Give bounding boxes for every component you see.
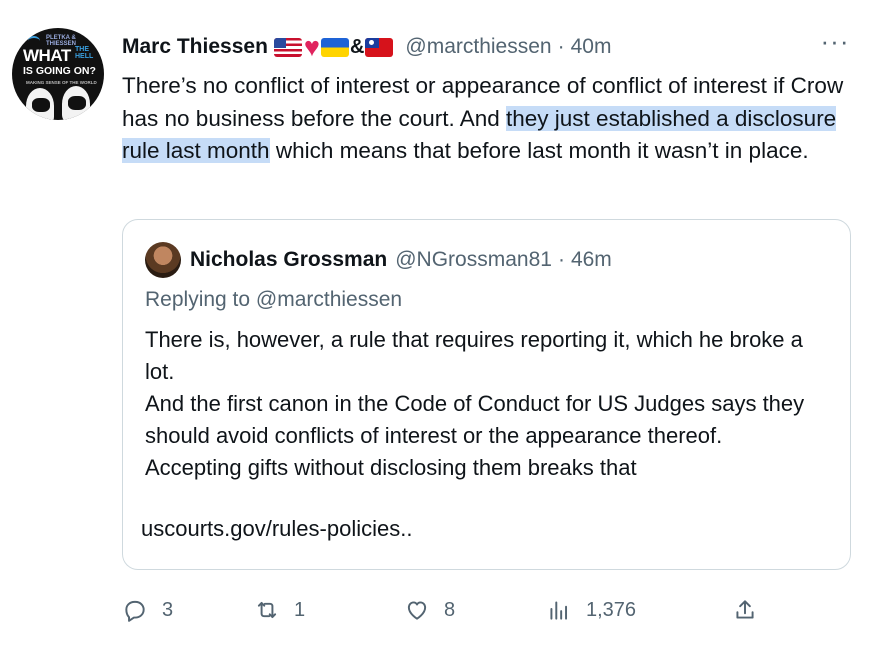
retweet-button[interactable]: 1	[254, 590, 305, 630]
reply-count: 3	[162, 598, 174, 621]
avatar-thehell-text: THE HELL	[75, 46, 94, 60]
avatar-hair-left	[32, 98, 50, 112]
retweet-icon	[257, 601, 277, 619]
quoted-tweet-header: Nicholas Grossman @NGrossman81 · 46m	[190, 243, 612, 277]
action-bar: 3 1 8 1,376	[122, 590, 862, 630]
like-count: 8	[444, 598, 456, 621]
quoted-author-name: Nicholas Grossman	[190, 248, 388, 271]
ukraine-flag-icon	[320, 37, 349, 57]
author-handle[interactable]: @marcthiessen	[405, 35, 551, 59]
views-count: 1,376	[586, 598, 637, 621]
name-emoji: ♥ &	[273, 32, 394, 62]
quoted-separator-dot: ·	[557, 248, 565, 271]
podcast-wave-icon	[28, 36, 40, 46]
quoted-line-3: Accepting gifts without disclosing them …	[145, 455, 637, 480]
views-chart-icon	[550, 601, 568, 620]
avatar-going-text: IS GOING ON?	[23, 65, 96, 77]
more-options-icon[interactable]: ···	[818, 28, 852, 58]
taiwan-flag-icon	[365, 37, 394, 57]
quoted-author-avatar	[145, 242, 181, 278]
share-button[interactable]	[732, 590, 758, 630]
quoted-tweet-text: There is, however, a rule that requires …	[145, 324, 835, 484]
share-icon	[736, 600, 754, 619]
heart-outline-icon	[407, 601, 427, 620]
avatar-what-text: WHAT	[23, 46, 71, 65]
reply-icon	[125, 600, 145, 622]
avatar-hair-right	[68, 96, 86, 110]
quoted-line-2: And the first canon in the Code of Condu…	[145, 391, 805, 448]
separator-dot: ·	[557, 35, 565, 58]
like-button[interactable]: 8	[404, 590, 455, 630]
quoted-timestamp: 46m	[570, 248, 612, 271]
tweet-text-part2: which means that before last month it wa…	[269, 138, 809, 163]
tweet[interactable]: PLETKA & THIESSEN WHAT THE HELL IS GOING…	[0, 0, 882, 661]
reply-button[interactable]: 3	[122, 590, 173, 630]
avatar-tagline-text: MAKING SENSE OF THE WORLD	[26, 80, 97, 85]
author-avatar[interactable]: PLETKA & THIESSEN WHAT THE HELL IS GOING…	[12, 28, 104, 120]
ampersand-text: &	[349, 35, 365, 58]
retweet-count: 1	[294, 598, 306, 621]
us-flag-icon	[273, 37, 302, 57]
tweet-timestamp[interactable]: 40m	[571, 35, 612, 59]
author-name[interactable]: Marc Thiessen	[122, 35, 268, 59]
tweet-text: There’s no conflict of interest or appea…	[122, 70, 858, 168]
views-button[interactable]: 1,376	[546, 590, 636, 630]
quoted-author-handle: @NGrossman81	[395, 248, 552, 271]
quoted-link[interactable]: uscourts.gov/rules-policies..	[141, 516, 412, 542]
quoted-tweet[interactable]: Nicholas Grossman @NGrossman81 · 46m Rep…	[122, 219, 851, 570]
tweet-header: Marc Thiessen ♥ & @marcthiessen · 40m	[122, 32, 611, 62]
quoted-line-1: There is, however, a rule that requires …	[145, 327, 803, 384]
heart-icon: ♥	[303, 32, 320, 62]
quoted-replying-to: Replying to @marcthiessen	[145, 288, 403, 311]
